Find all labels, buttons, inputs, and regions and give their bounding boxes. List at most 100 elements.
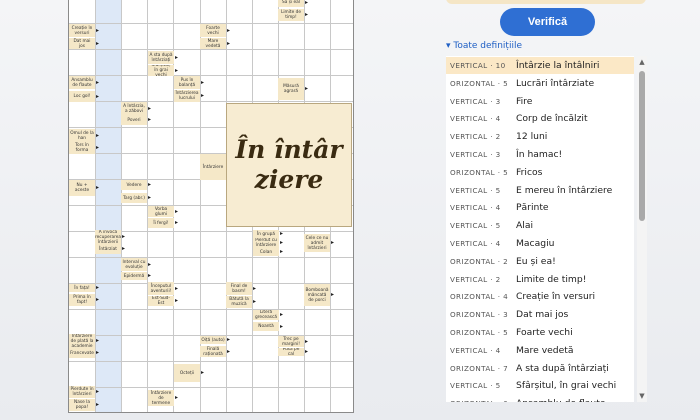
definition-row[interactable]: VERTICAL · 5 Alai bbox=[446, 217, 634, 234]
clue-cell: Targ (abr.) bbox=[121, 193, 147, 203]
clue-cell: Sa și eal bbox=[278, 0, 304, 7]
verify-button[interactable]: Verifică bbox=[500, 8, 595, 36]
clue-arrow-icon: ▸ bbox=[122, 233, 126, 240]
clue-cell: Cele ce nu admit întârzieri bbox=[304, 234, 330, 252]
clue-arrow-icon: ▸ bbox=[96, 284, 100, 291]
clue-arrow-icon: ▸ bbox=[305, 0, 309, 6]
definition-text: Lucrări întârziate bbox=[516, 77, 595, 89]
clue-arrow-icon: ▸ bbox=[331, 291, 335, 298]
clue-arrow-icon: ▸ bbox=[148, 194, 152, 201]
definition-text: Ansamblu de flaute bbox=[516, 398, 606, 402]
clue-arrow-icon: ▸ bbox=[96, 144, 100, 151]
clue-arrow-icon: ▸ bbox=[201, 78, 205, 86]
definition-row[interactable]: VERTICAL · 4 Părinte bbox=[446, 199, 634, 216]
scroll-up-icon[interactable]: ▲ bbox=[637, 58, 647, 66]
definition-row[interactable]: VERTICAL · 2 Limite de timp! bbox=[446, 271, 634, 288]
clue-arrow-icon: ▸ bbox=[96, 78, 100, 86]
definition-direction: ORIZONTAL · 4 bbox=[450, 292, 509, 302]
scrollbar-thumb[interactable] bbox=[639, 71, 645, 221]
clue-arrow-icon: ▸ bbox=[280, 248, 284, 255]
clue-cell: Creație în versuri bbox=[69, 24, 95, 37]
definition-text: Creație în versuri bbox=[516, 291, 596, 303]
definition-row[interactable]: ORIZONTAL · 5 Lucrări întârziate bbox=[446, 75, 634, 92]
clue-arrow-icon: ▸ bbox=[96, 39, 100, 47]
definition-direction: VERTICAL · 3 bbox=[450, 150, 501, 159]
clue-cell: Bătută la muzică bbox=[226, 296, 252, 308]
clue-cell: Vorba glumi bbox=[148, 206, 174, 217]
definition-direction: VERTICAL · 3 bbox=[450, 96, 501, 106]
puzzle-title: În întârziere bbox=[235, 135, 343, 194]
definition-row[interactable]: VERTICAL · 4 Macagiu bbox=[446, 235, 634, 252]
header-strip bbox=[446, 0, 646, 4]
clue-cell: Întârziere bbox=[200, 154, 226, 180]
definition-text: Fire bbox=[516, 95, 533, 107]
clue-cell: Vedere bbox=[121, 180, 147, 190]
clue-arrow-icon: ▸ bbox=[227, 336, 231, 343]
clue-cell: Pusă pe cal bbox=[278, 348, 304, 356]
clue-arrow-icon: ▸ bbox=[148, 116, 152, 123]
clue-arrow-icon: ▸ bbox=[122, 245, 126, 252]
definition-row[interactable]: VERTICAL · 5 E mereu în întârziere bbox=[446, 182, 634, 199]
definition-row[interactable]: VERTICAL · 3 Fire bbox=[446, 93, 634, 110]
definition-direction: ORIZONTAL · 5 bbox=[450, 167, 509, 177]
definition-row[interactable]: ORIZONTAL · 6 Ansamblu de flaute bbox=[446, 395, 634, 402]
definition-row[interactable]: ORIZONTAL · 5 Foarte vechi bbox=[446, 324, 634, 341]
definition-row[interactable]: ORIZONTAL · 5 Fricos bbox=[446, 164, 634, 181]
clue-cell: Nase la popa! bbox=[69, 399, 95, 411]
clue-arrow-icon: ▸ bbox=[175, 53, 179, 61]
grid-hline bbox=[69, 361, 353, 362]
definition-direction: ORIZONTAL · 5 bbox=[450, 78, 509, 88]
clue-arrow-icon: ▸ bbox=[253, 298, 257, 305]
clue-cell: Finală raționată bbox=[200, 346, 226, 357]
definition-row[interactable]: VERTICAL · 2 12 luni bbox=[446, 128, 634, 145]
grid-hline bbox=[69, 49, 353, 50]
clue-cell: Final de basm! bbox=[226, 282, 252, 295]
definition-row[interactable]: ORIZONTAL · 4 Creație în versuri bbox=[446, 288, 634, 305]
definition-text: Fricos bbox=[516, 166, 543, 178]
definition-direction: ORIZONTAL · 6 bbox=[450, 399, 508, 402]
definitions-scrollbar[interactable]: ▲ ▼ bbox=[637, 56, 647, 402]
scroll-down-icon[interactable]: ▼ bbox=[637, 392, 647, 400]
clue-arrow-icon: ▸ bbox=[280, 230, 284, 237]
definition-text: Sfârșitul, în grai vechi bbox=[516, 380, 617, 392]
definition-text: Corp de încălzit bbox=[516, 113, 588, 125]
clue-cell: Colan bbox=[253, 248, 279, 256]
clue-cell: Pierdut cu întârziere bbox=[253, 238, 279, 248]
definitions-toggle[interactable]: ▾ Toate definițiile bbox=[446, 41, 522, 51]
definition-direction: VERTICAL · 5 bbox=[450, 221, 501, 231]
clue-arrow-icon: ▸ bbox=[201, 92, 205, 99]
definition-direction: VERTICAL · 4 bbox=[450, 203, 501, 213]
definition-row[interactable]: VERTICAL · 5 Sfârșitul, în grai vechi bbox=[446, 377, 634, 394]
definition-row[interactable]: VERTICAL · 3 În hamac! bbox=[446, 146, 634, 163]
definition-direction: VERTICAL · 4 bbox=[450, 239, 501, 248]
definition-row[interactable]: ORIZONTAL · 7 A sta după întârziați bbox=[446, 360, 634, 377]
clue-cell: Tors în forma bbox=[69, 142, 95, 154]
grid-hline bbox=[69, 387, 353, 388]
grid-hline bbox=[69, 257, 353, 258]
clue-arrow-icon: ▸ bbox=[175, 219, 179, 226]
definition-direction: VERTICAL · 10 bbox=[450, 61, 506, 70]
clue-arrow-icon: ▸ bbox=[148, 181, 152, 188]
clue-cell: Noantă bbox=[253, 322, 279, 331]
definition-row[interactable]: VERTICAL · 4 Corp de încălzit bbox=[446, 110, 634, 127]
clue-cell: Pierdute în întârzieri bbox=[69, 386, 95, 398]
highlighted-column bbox=[96, 0, 122, 412]
definition-row[interactable]: ORIZONTAL · 2 Eu și ea! bbox=[446, 253, 634, 270]
clue-arrow-icon: ▸ bbox=[96, 184, 100, 191]
grid-vline bbox=[121, 0, 123, 412]
clue-arrow-icon: ▸ bbox=[305, 348, 309, 355]
definition-row[interactable]: VERTICAL · 10 Întârzie la întâlniri bbox=[446, 57, 634, 74]
clue-cell: Interval cu evoluție bbox=[121, 258, 147, 271]
clue-cell: Literă grecească bbox=[253, 310, 279, 320]
clue-cell: Dat mai jos bbox=[69, 38, 95, 49]
clue-arrow-icon: ▸ bbox=[280, 239, 284, 246]
definition-row[interactable]: VERTICAL · 4 Mare vedetă bbox=[446, 342, 634, 359]
clue-arrow-icon: ▸ bbox=[148, 104, 152, 112]
definition-direction: ORIZONTAL · 5 bbox=[450, 328, 509, 337]
definition-text: Dat mai jos bbox=[516, 309, 569, 321]
clue-arrow-icon: ▸ bbox=[175, 297, 179, 304]
clue-arrow-icon: ▸ bbox=[96, 388, 100, 395]
clue-cell: Omul de la han bbox=[69, 129, 95, 142]
definitions-list[interactable]: VERTICAL · 10 Întârzie la întâlniri ORIZON… bbox=[446, 56, 634, 402]
definition-row[interactable]: ORIZONTAL · 3 Dat mai jos bbox=[446, 306, 634, 323]
